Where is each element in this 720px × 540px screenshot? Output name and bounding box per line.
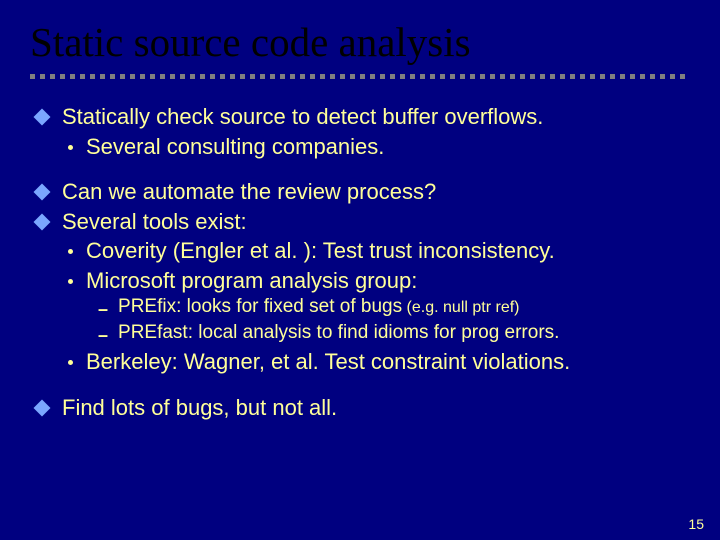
dash-icon: – <box>98 299 108 320</box>
prefast-desc: local analysis to find idioms for prog e… <box>193 322 559 343</box>
diamond-icon <box>34 213 51 230</box>
sub-bullet-text: Several consulting companies. <box>86 133 384 161</box>
list-item: Can we automate the review process? <box>30 178 690 206</box>
dot-icon <box>68 360 73 365</box>
bullet-text: Can we automate the review process? <box>62 178 436 206</box>
diamond-icon <box>34 184 51 201</box>
sub-bullet-text: Berkeley: Wagner, et al. Test constraint… <box>86 348 570 376</box>
sub-sub-bullet-text: PREfast: local analysis to find idioms f… <box>118 322 559 344</box>
dot-icon <box>68 279 73 284</box>
prefix-note: (e.g. null ptr ref) <box>402 299 519 316</box>
sub-bullet-text: Coverity (Engler et al. ): Test trust in… <box>86 237 555 265</box>
list-item: Statically check source to detect buffer… <box>30 103 690 160</box>
dot-icon <box>68 145 73 150</box>
dash-icon: – <box>98 325 108 346</box>
prefix-desc: looks for fixed set of bugs <box>181 296 402 317</box>
bullet-text: Statically check source to detect buffer… <box>62 103 543 131</box>
diamond-icon <box>34 109 51 126</box>
list-item: Several tools exist: Coverity (Engler et… <box>30 208 690 376</box>
prefast-label: PREfast: <box>118 322 193 343</box>
sub-sub-bullet-text: PREfix: looks for fixed set of bugs (e.g… <box>118 296 519 318</box>
diamond-icon <box>34 399 51 416</box>
bullet-text: Find lots of bugs, but not all. <box>62 394 337 422</box>
divider <box>30 74 685 79</box>
bullet-list: Statically check source to detect buffer… <box>30 103 690 421</box>
sub-bullet-text: Microsoft program analysis group: <box>86 267 417 295</box>
list-item: Find lots of bugs, but not all. <box>30 394 690 422</box>
dot-icon <box>68 249 73 254</box>
page-number: 15 <box>688 516 704 532</box>
prefix-label: PREfix: <box>118 296 181 317</box>
slide-title: Static source code analysis <box>30 18 690 66</box>
bullet-text: Several tools exist: <box>62 208 247 236</box>
